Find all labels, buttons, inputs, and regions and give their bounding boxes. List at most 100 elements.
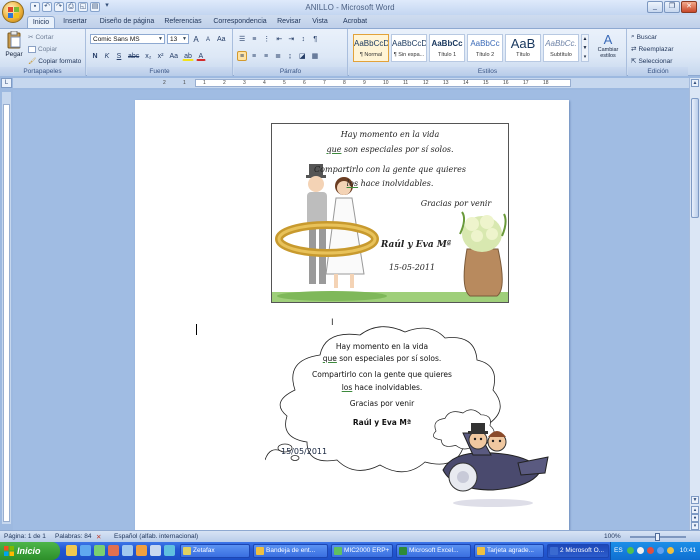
align-left-icon[interactable]: ≡ [237, 51, 247, 61]
subscript-button[interactable]: x₂ [143, 51, 153, 61]
multilevel-list-icon[interactable]: ⋮ [261, 34, 272, 44]
quicklaunch-icon-8[interactable] [164, 545, 175, 556]
replace-button[interactable]: ⇄ Reemplazar [631, 44, 674, 54]
tab-diseno[interactable]: Diseño de página [96, 16, 158, 28]
save-icon[interactable]: ▪ [30, 2, 40, 12]
show-marks-button[interactable]: ¶ [310, 34, 320, 44]
quicklaunch-icon-1[interactable] [66, 545, 77, 556]
next-page-icon[interactable]: ▾ [691, 522, 699, 530]
change-case-button[interactable]: Aa [168, 51, 181, 61]
format-painter-button[interactable]: 🖌 Copiar formato [28, 56, 81, 66]
strikethrough-button[interactable]: abc [126, 51, 141, 61]
tray-icon-5[interactable] [667, 547, 674, 554]
task-mic2000[interactable]: MIC2000 ERP+ [331, 544, 393, 558]
sort-icon[interactable]: ↕ [298, 34, 308, 44]
tray-icon-2[interactable] [637, 547, 644, 554]
change-styles-button[interactable]: A Cambiar estilos [593, 33, 623, 60]
bullets-icon[interactable]: ☰ [237, 34, 247, 44]
airplane-couple-illustration[interactable] [433, 415, 553, 510]
bold-button[interactable]: N [90, 51, 100, 61]
task-inbox[interactable]: Bandeja de ent... [253, 544, 328, 558]
tab-acrobat[interactable]: Acrobat [338, 16, 372, 28]
task-excel[interactable]: Microsoft Excel... [396, 544, 471, 558]
numbering-icon[interactable]: ≡ [249, 34, 259, 44]
underline-button[interactable]: S [114, 51, 124, 61]
language-status[interactable]: Español (alfab. internacional) [114, 533, 198, 540]
shading-icon[interactable]: ◪ [297, 51, 308, 61]
tray-icon-3[interactable] [647, 547, 654, 554]
styles-scroll[interactable]: ▲ ▼ ▾ [581, 34, 589, 62]
horizontal-ruler[interactable]: 2 1 1 2 3 4 5 6 7 8 9 10 11 12 13 14 15 16 17 18 [13, 78, 690, 88]
tab-referencias[interactable]: Referencias [160, 16, 206, 28]
align-center-icon[interactable]: ≡ [249, 51, 259, 61]
quicklaunch-icon-6[interactable] [136, 545, 147, 556]
maximize-button[interactable]: ❐ [664, 1, 680, 13]
tab-inicio[interactable]: Inicio [27, 16, 55, 28]
font-size-select[interactable]: 13 ▼ [167, 34, 189, 44]
zoom-level[interactable]: 100% [604, 533, 621, 540]
word-count[interactable]: Palabras: 84 [55, 533, 92, 540]
tab-revisar[interactable]: Revisar [274, 16, 304, 28]
paste-button[interactable]: Pegar [4, 30, 24, 67]
browse-object-icon[interactable]: ● [691, 514, 699, 522]
minimize-button[interactable]: _ [647, 1, 663, 13]
style-heading-1[interactable]: AaBbCc Título 1 [429, 34, 465, 62]
tab-selector[interactable]: L [1, 78, 12, 88]
preview-icon[interactable]: ◱ [78, 2, 88, 12]
document-area[interactable]: Hay momento en la vida que son especiale… [13, 90, 689, 530]
increase-indent-icon[interactable]: ⇥ [286, 34, 296, 44]
copy-button[interactable]: Copiar [28, 44, 57, 54]
superscript-button[interactable]: x² [156, 51, 166, 61]
justify-icon[interactable]: ≣ [273, 51, 283, 61]
tray-icon-4[interactable] [657, 547, 664, 554]
proofing-icon[interactable]: ✕ [96, 533, 101, 541]
redo-icon[interactable]: ↷ [54, 2, 64, 12]
style-no-spacing[interactable]: AaBbCcDc ¶ Sin espa... [391, 34, 427, 62]
quicklaunch-icon-2[interactable] [80, 545, 91, 556]
prev-page-icon[interactable]: ▴ [691, 506, 699, 514]
open-icon[interactable]: ▤ [90, 2, 100, 12]
task-tarjeta[interactable]: Tarjeta agrade... [474, 544, 544, 558]
vertical-scrollbar[interactable]: ▲ ▼ ▴ ● ▾ [689, 78, 700, 530]
undo-icon[interactable]: ↶ [42, 2, 52, 12]
select-button[interactable]: ⇱ Seleccionar [631, 56, 672, 66]
task-zetafax[interactable]: Zetafax [180, 544, 250, 558]
page-count[interactable]: Página: 1 de 1 [4, 533, 46, 540]
decrease-indent-icon[interactable]: ⇤ [274, 34, 284, 44]
zoom-slider[interactable] [630, 533, 686, 541]
start-button[interactable]: Inicio [0, 542, 60, 560]
shrink-font-button[interactable]: A [203, 34, 213, 44]
line-spacing-icon[interactable]: ↨ [285, 51, 295, 61]
close-button[interactable]: ✕ [681, 1, 697, 13]
vertical-ruler[interactable] [2, 92, 11, 524]
cut-button[interactable]: ✂ Cortar [28, 32, 54, 42]
tab-insertar[interactable]: Insertar [58, 16, 92, 28]
style-subtitle[interactable]: AaBbCc. Subtítulo [543, 34, 579, 62]
font-color-button[interactable]: A [195, 51, 206, 61]
zoom-slider-knob[interactable] [655, 533, 660, 541]
style-title[interactable]: AaB Título [505, 34, 541, 62]
qat-dropdown-icon[interactable]: ▾ [102, 2, 112, 12]
style-heading-2[interactable]: AaBbCc Título 2 [467, 34, 503, 62]
quicklaunch-icon-5[interactable] [122, 545, 133, 556]
quicklaunch-icon-4[interactable] [108, 545, 119, 556]
grow-font-button[interactable]: A [191, 34, 201, 44]
tab-vista[interactable]: Vista [308, 16, 332, 28]
page[interactable]: Hay momento en la vida que son especiale… [135, 100, 569, 530]
clear-format-button[interactable]: Aa [215, 34, 228, 44]
office-button[interactable] [2, 1, 24, 23]
find-button[interactable]: ⌕ Buscar [631, 32, 657, 42]
scroll-thumb[interactable] [691, 98, 699, 218]
tray-icon-1[interactable] [627, 547, 634, 554]
print-icon[interactable]: ⎙ [66, 2, 76, 12]
task-word[interactable]: 2 Microsoft O... [547, 544, 609, 558]
style-normal[interactable]: AaBbCcDc ¶ Normal [353, 34, 389, 62]
quicklaunch-icon-7[interactable] [150, 545, 161, 556]
language-indicator[interactable]: ES [614, 547, 623, 554]
quicklaunch-icon-3[interactable] [94, 545, 105, 556]
borders-icon[interactable]: ▦ [310, 51, 321, 61]
tab-correspondencia[interactable]: Correspondencia [210, 16, 270, 28]
invitation-card[interactable]: Hay momento en la vida que son especiale… [271, 123, 509, 303]
italic-button[interactable]: K [102, 51, 112, 61]
align-right-icon[interactable]: ≡ [261, 51, 271, 61]
